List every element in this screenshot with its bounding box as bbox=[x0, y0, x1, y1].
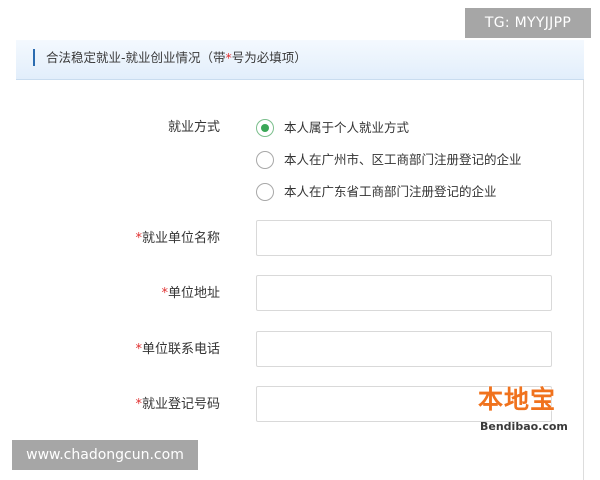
employer-name-label: *就业单位名称 bbox=[135, 231, 220, 247]
section-header: 合法稳定就业-就业创业情况（带*号为必填项） bbox=[16, 40, 584, 80]
section-accent-bar bbox=[33, 49, 35, 66]
bendibao-logo-watermark: 本地宝 Bendibao.com bbox=[472, 384, 582, 442]
section-title-prefix: 合法稳定就业-就业创业情况（带 bbox=[46, 50, 226, 65]
radio-option-label: 本人在广东省工商部门注册登记的企业 bbox=[284, 184, 497, 199]
employment-registration-label: *就业登记号码 bbox=[135, 397, 220, 413]
employer-address-label: *单位地址 bbox=[161, 286, 220, 302]
employer-phone-field[interactable] bbox=[256, 331, 552, 367]
logo-english-text: Bendibao.com bbox=[480, 420, 568, 433]
radio-option-guangzhou-enterprise[interactable]: 本人在广州市、区工商部门注册登记的企业 bbox=[256, 150, 522, 170]
form-right-border bbox=[583, 80, 584, 480]
employer-name-field[interactable] bbox=[256, 220, 552, 256]
radio-button-checked[interactable] bbox=[256, 119, 274, 137]
employer-address-label-text: 单位地址 bbox=[167, 286, 220, 301]
logo-chinese-text: 本地宝 bbox=[478, 385, 557, 414]
radio-option-label: 本人在广州市、区工商部门注册登记的企业 bbox=[284, 152, 522, 167]
radio-option-label: 本人属于个人就业方式 bbox=[284, 120, 410, 135]
tg-watermark: TG: MYYJJPP bbox=[465, 8, 591, 38]
radio-button[interactable] bbox=[256, 183, 274, 201]
radio-button[interactable] bbox=[256, 151, 274, 169]
employer-address-field[interactable] bbox=[256, 275, 552, 311]
url-watermark: www.chadongcun.com bbox=[12, 440, 198, 470]
employer-name-label-text: 就业单位名称 bbox=[141, 231, 220, 246]
employment-mode-label: 就业方式 bbox=[167, 120, 220, 135]
radio-option-personal[interactable]: 本人属于个人就业方式 bbox=[256, 118, 409, 138]
employment-registration-label-text: 就业登记号码 bbox=[141, 397, 220, 412]
employer-phone-label: *单位联系电话 bbox=[135, 342, 220, 358]
section-title-suffix: 号为必填项） bbox=[231, 50, 307, 65]
radio-option-guangdong-enterprise[interactable]: 本人在广东省工商部门注册登记的企业 bbox=[256, 182, 497, 202]
employer-phone-label-text: 单位联系电话 bbox=[141, 342, 220, 357]
section-title: 合法稳定就业-就业创业情况（带*号为必填项） bbox=[46, 50, 307, 66]
